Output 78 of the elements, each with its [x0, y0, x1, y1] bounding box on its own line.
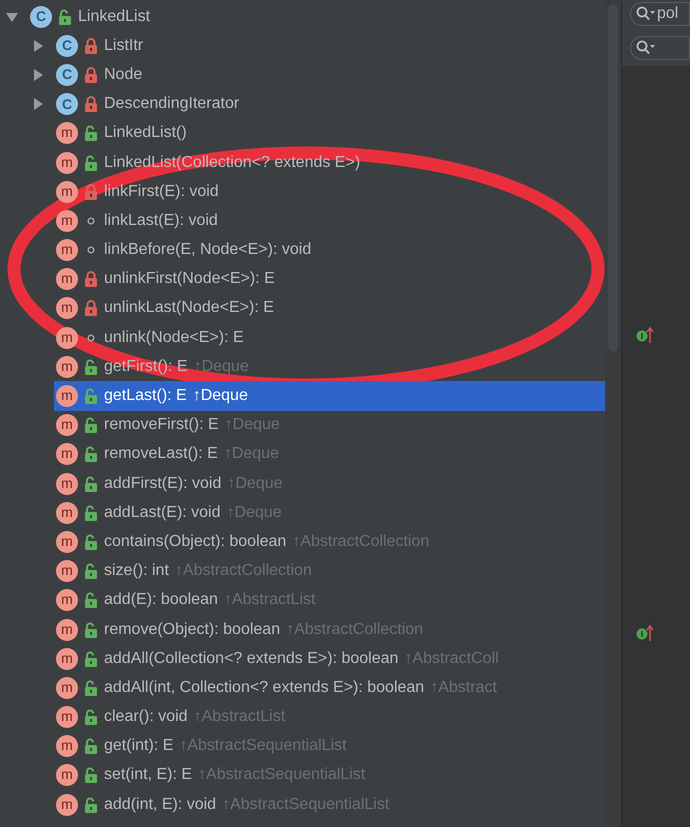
member-name: removeFirst(): E: [104, 415, 219, 436]
method-icon: m: [56, 239, 78, 262]
member-name: remove(Object): boolean: [104, 620, 280, 640]
member-name: contains(Object): boolean: [104, 532, 286, 552]
implements-marker-icon[interactable]: [636, 624, 656, 642]
member-name: add(int, E): void: [104, 794, 216, 815]
member-name: linkLast(E): void: [104, 210, 218, 231]
collapse-arrow-icon[interactable]: [6, 10, 18, 23]
member-name: unlink(Node<E>): E: [104, 328, 244, 348]
class-icon: C: [56, 93, 78, 116]
tree-item[interactable]: m linkLast(E): void: [54, 206, 605, 236]
method-icon: m: [56, 764, 78, 786]
method-icon: m: [56, 326, 78, 349]
member-name: linkFirst(E): void: [104, 182, 219, 202]
method-icon: m: [56, 472, 78, 495]
expand-arrow-icon[interactable]: [32, 98, 44, 110]
method-icon: m: [56, 414, 78, 436]
method-icon: m: [56, 589, 78, 612]
member-name: removeLast(): E: [104, 444, 218, 464]
method-icon: m: [56, 676, 78, 699]
method-icon: m: [56, 735, 78, 758]
inherited-from-label: ↑Deque: [192, 386, 248, 406]
tree-item[interactable]: m unlinkLast(Node<E>): E: [54, 294, 605, 324]
method-icon: m: [56, 268, 78, 290]
class-icon: C: [56, 64, 78, 86]
method-icon: m: [56, 648, 78, 670]
member-name: DescendingIterator: [104, 94, 240, 114]
tree-item[interactable]: C DescendingIterator: [54, 90, 605, 119]
method-icon: m: [56, 618, 78, 641]
method-icon: m: [56, 502, 78, 524]
tree-item[interactable]: C Node: [54, 60, 605, 90]
tree-item[interactable]: m LinkedList(): [54, 118, 605, 148]
method-icon: m: [56, 385, 78, 408]
expand-arrow-icon[interactable]: [32, 40, 44, 52]
member-name: set(int, E): E: [104, 765, 192, 786]
member-name: add(E): boolean: [104, 590, 218, 610]
class-icon: C: [30, 6, 52, 28]
method-icon: m: [56, 122, 78, 144]
tree-item[interactable]: m getLast(): E ↑Deque: [54, 381, 605, 411]
expand-arrow-icon[interactable]: [32, 68, 44, 81]
method-icon: m: [56, 180, 78, 203]
member-name: ListItr: [104, 36, 144, 56]
class-icon: C: [56, 34, 78, 57]
member-name: LinkedList: [78, 6, 150, 27]
method-icon: m: [56, 706, 78, 728]
member-name: addFirst(E): void: [104, 474, 222, 494]
method-icon: m: [56, 443, 78, 466]
method-icon: m: [56, 794, 78, 816]
search-field[interactable]: pol: [630, 2, 690, 26]
method-icon: m: [56, 297, 78, 320]
method-icon: m: [56, 152, 78, 174]
member-name: linkBefore(E, Node<E>): void: [104, 240, 312, 260]
tree-item[interactable]: C ListItr: [54, 31, 605, 60]
search-icon: [636, 6, 656, 22]
method-icon: m: [56, 210, 78, 232]
tree-item[interactable]: m unlinkFirst(Node<E>): E: [54, 264, 605, 294]
search-icon: [636, 40, 656, 56]
member-name: get(int): E: [104, 736, 174, 756]
member-name: clear(): void: [104, 707, 188, 728]
member-name: unlinkLast(Node<E>): E: [104, 298, 274, 318]
method-icon: m: [56, 560, 78, 582]
tree-item[interactable]: m linkFirst(E): void: [54, 177, 605, 206]
tree-item[interactable]: C LinkedList: [28, 2, 605, 32]
method-icon: m: [56, 530, 78, 553]
search-field[interactable]: [630, 36, 690, 60]
member-name: addAll(Collection<? extends E>): boolean: [104, 648, 398, 669]
member-name: LinkedList(): [104, 123, 187, 144]
method-icon: m: [56, 356, 78, 378]
implements-marker-icon[interactable]: [636, 326, 656, 344]
member-name: unlinkFirst(Node<E>): E: [104, 269, 275, 290]
tree-item[interactable]: m unlink(Node<E>): E: [54, 323, 605, 352]
inherited-from-label: ↑Deque: [194, 356, 249, 377]
member-name: getLast(): E: [104, 386, 187, 406]
member-name: size(): int: [104, 561, 169, 582]
member-name: addAll(int, Collection<? extends E>): boolean: [104, 678, 424, 698]
member-name: addLast(E): void: [104, 502, 221, 523]
tree-item[interactable]: m linkBefore(E, Node<E>): void: [54, 236, 605, 265]
member-name: Node: [104, 64, 142, 85]
